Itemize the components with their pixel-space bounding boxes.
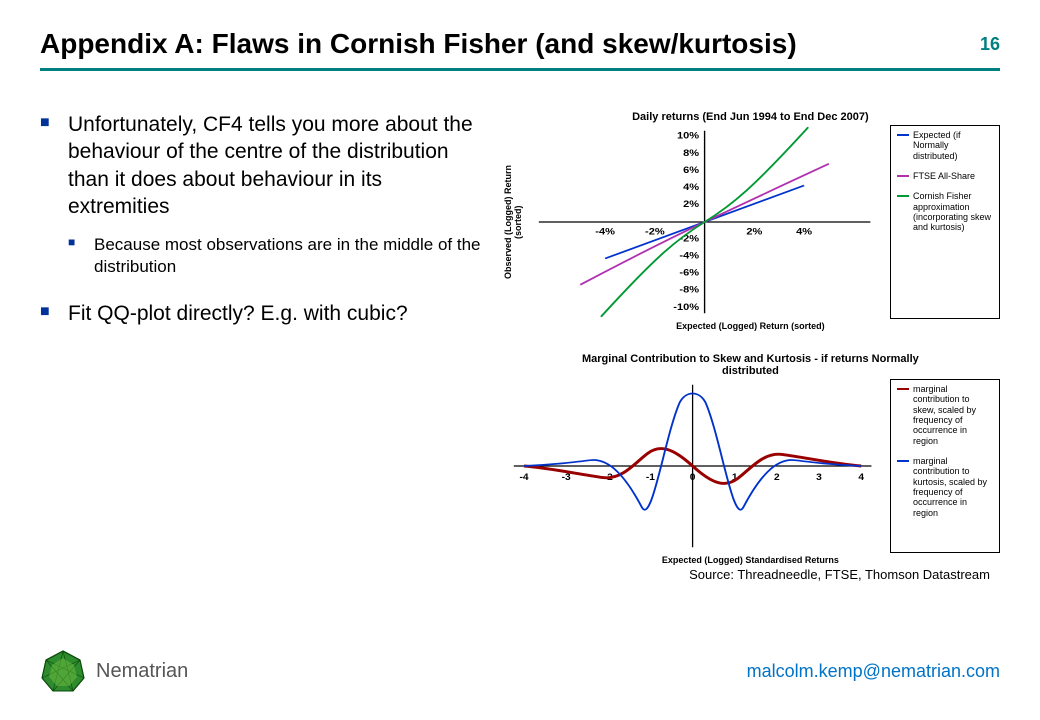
chart-title: Daily returns (End Jun 1994 to End Dec 2… xyxy=(501,111,1000,123)
page-number: 16 xyxy=(980,34,1000,55)
y-axis-label: Observed (Logged) Return (sorted) xyxy=(501,125,525,319)
plot-area: -4% -2% 2% 4% 10% 8% 6% 4% xyxy=(525,125,884,319)
x-tick: 2% xyxy=(746,227,762,237)
slide-header: Appendix A: Flaws in Cornish Fisher (and… xyxy=(40,28,1000,71)
nematrian-logo-icon xyxy=(40,648,86,694)
y-tick: 10% xyxy=(677,131,699,141)
x-axis-label: Expected (Logged) Standardised Returns xyxy=(501,555,1000,565)
chart-title: Marginal Contribution to Skew and Kurtos… xyxy=(501,353,1000,377)
plot-area: -4 -3 -2 -1 0 1 2 3 4 xyxy=(501,379,884,553)
y-tick: 2% xyxy=(683,200,699,210)
x-tick: -4 xyxy=(519,472,529,482)
y-tick: -6% xyxy=(679,268,699,278)
sub-bullet-text: Because most observations are in the mid… xyxy=(94,235,481,276)
bullet-item: Unfortunately, CF4 tells you more about … xyxy=(40,111,489,278)
legend-item: FTSE All-Share xyxy=(897,171,993,181)
legend-swatch xyxy=(897,388,909,390)
legend-label: marginal contribution to skew, scaled by… xyxy=(913,384,993,446)
marginal-contribution-chart: Marginal Contribution to Skew and Kurtos… xyxy=(501,353,1000,563)
content-area: Unfortunately, CF4 tells you more about … xyxy=(40,111,1000,648)
x-tick: -1 xyxy=(646,472,656,482)
x-tick: -4% xyxy=(595,227,615,237)
legend-swatch xyxy=(897,134,909,136)
brand-name: Nematrian xyxy=(96,660,188,683)
slide-footer: Nematrian malcolm.kemp@nematrian.com xyxy=(40,648,1000,700)
legend-label: marginal contribution to kurtosis, scale… xyxy=(913,456,993,518)
y-tick: 4% xyxy=(683,183,699,193)
x-tick: 4 xyxy=(858,472,864,482)
y-tick: -2% xyxy=(679,234,699,244)
qq-plot-chart: Daily returns (End Jun 1994 to End Dec 2… xyxy=(501,111,1000,341)
y-tick: 8% xyxy=(683,149,699,159)
legend-label: Cornish Fisher approximation (incorporat… xyxy=(913,191,993,232)
y-tick: -8% xyxy=(679,286,699,296)
bullet-text: Fit QQ-plot directly? E.g. with cubic? xyxy=(68,302,408,325)
y-tick: -10% xyxy=(673,303,699,313)
sub-bullet-item: Because most observations are in the mid… xyxy=(68,234,489,278)
bullet-column: Unfortunately, CF4 tells you more about … xyxy=(40,111,501,648)
x-tick: 4% xyxy=(796,227,812,237)
legend-item: marginal contribution to kurtosis, scale… xyxy=(897,456,993,518)
x-tick: -3 xyxy=(561,472,571,482)
y-tick: -4% xyxy=(679,251,699,261)
legend-item: Cornish Fisher approximation (incorporat… xyxy=(897,191,993,232)
contact-email[interactable]: malcolm.kemp@nematrian.com xyxy=(747,661,1000,682)
legend-swatch xyxy=(897,460,909,462)
legend-label: Expected (if Normally distributed) xyxy=(913,130,993,161)
legend-label: FTSE All-Share xyxy=(913,171,975,181)
bullet-item: Fit QQ-plot directly? E.g. with cubic? xyxy=(40,300,489,327)
x-tick: 2 xyxy=(774,472,780,482)
legend-item: marginal contribution to skew, scaled by… xyxy=(897,384,993,446)
chart-legend: Expected (if Normally distributed) FTSE … xyxy=(890,125,1000,319)
x-tick: 3 xyxy=(816,472,822,482)
brand-block: Nematrian xyxy=(40,648,188,694)
legend-swatch xyxy=(897,195,909,197)
y-tick: 6% xyxy=(683,166,699,176)
x-tick: -2% xyxy=(645,227,665,237)
chart-legend: marginal contribution to skew, scaled by… xyxy=(890,379,1000,553)
x-tick: 0 xyxy=(690,472,696,482)
source-line: Source: Threadneedle, FTSE, Thomson Data… xyxy=(501,567,1000,582)
x-axis-label: Expected (Logged) Return (sorted) xyxy=(501,321,1000,331)
legend-swatch xyxy=(897,175,909,177)
charts-column: Daily returns (End Jun 1994 to End Dec 2… xyxy=(501,111,1000,648)
legend-item: Expected (if Normally distributed) xyxy=(897,130,993,161)
bullet-text: Unfortunately, CF4 tells you more about … xyxy=(68,113,473,218)
slide-title: Appendix A: Flaws in Cornish Fisher (and… xyxy=(40,28,797,60)
